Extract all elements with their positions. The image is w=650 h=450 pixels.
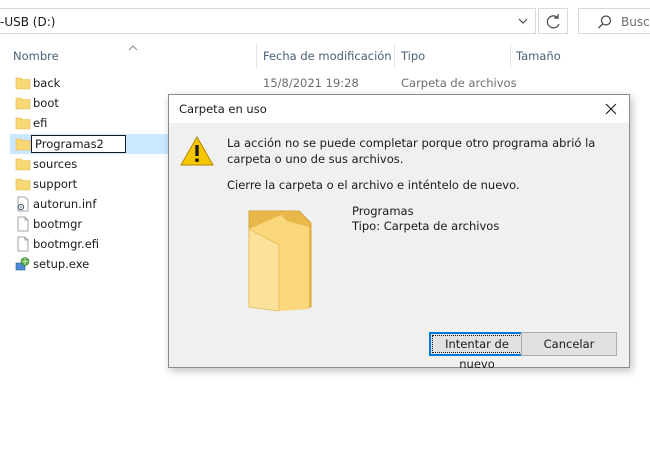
- file-name: bootmgr: [33, 217, 83, 231]
- item-type: Tipo: Carpeta de archivos: [352, 219, 500, 233]
- file-icon: [17, 216, 29, 232]
- close-button[interactable]: [593, 95, 629, 123]
- cancel-button[interactable]: Cancelar: [521, 332, 617, 356]
- file-date: 15/8/2021 19:28: [263, 76, 359, 90]
- dialog-title: Carpeta en uso: [179, 102, 267, 116]
- file-name: sources: [33, 157, 78, 171]
- folder-icon: [15, 77, 31, 90]
- file-name: boot: [33, 96, 59, 110]
- dialog-instruction: Cierre la carpeta o el archivo e inténte…: [227, 178, 520, 192]
- column-divider[interactable]: [256, 44, 257, 68]
- address-path: -USB (D:): [0, 15, 56, 29]
- column-header-date[interactable]: Fecha de modificación: [263, 49, 392, 63]
- column-divider[interactable]: [394, 44, 395, 68]
- dialog-message: La acción no se puede completar porque o…: [227, 136, 596, 166]
- address-toolbar: -USB (D:) Busca: [0, 0, 650, 44]
- item-name: Programas: [352, 204, 414, 218]
- folder-icon: [15, 117, 31, 130]
- dialog-title-bar[interactable]: Carpeta en uso: [169, 95, 629, 123]
- refresh-icon: [546, 14, 560, 29]
- folder-icon: [15, 178, 31, 191]
- file-name: autorun.inf: [33, 197, 97, 211]
- file-name: setup.exe: [33, 257, 90, 271]
- address-bar[interactable]: -USB (D:): [0, 8, 536, 34]
- search-placeholder: Busca: [621, 15, 650, 29]
- file-row-back[interactable]: back 15/8/2021 19:28 Carpeta de archivos: [10, 73, 570, 93]
- focus-rectangle: [432, 335, 522, 353]
- setup-exe-icon: [15, 257, 30, 271]
- search-box[interactable]: Busca: [578, 8, 650, 34]
- chevron-down-icon[interactable]: [511, 16, 535, 28]
- file-name: efi: [33, 116, 48, 130]
- retry-button[interactable]: Intentar de nuevo: [429, 332, 525, 371]
- folder-in-use-dialog: Carpeta en uso La acción no se puede com…: [168, 94, 630, 371]
- file-icon: [17, 236, 29, 252]
- folder-icon: [15, 138, 31, 151]
- settings-file-icon: [17, 196, 29, 212]
- file-row-programas2[interactable]: [10, 134, 168, 154]
- close-icon: [605, 103, 617, 115]
- file-name: back: [33, 76, 61, 90]
- search-icon: [598, 15, 612, 29]
- file-type: Carpeta de archivos: [401, 76, 517, 90]
- column-header-size[interactable]: Tamaño: [516, 49, 561, 63]
- column-headers: Nombre Fecha de modificación Tipo Tamaño: [0, 44, 650, 68]
- column-header-type[interactable]: Tipo: [401, 49, 425, 63]
- file-name: support: [33, 177, 78, 191]
- warning-icon: [180, 135, 214, 166]
- folder-icon: [15, 158, 31, 171]
- folder-icon: [248, 210, 312, 312]
- refresh-button[interactable]: [538, 8, 568, 34]
- column-divider[interactable]: [510, 44, 511, 68]
- cancel-label: Cancelar: [543, 337, 595, 351]
- rename-input[interactable]: [31, 135, 126, 153]
- file-name: bootmgr.efi: [33, 237, 100, 251]
- sort-ascending-icon: [128, 45, 138, 51]
- column-header-name[interactable]: Nombre: [13, 49, 59, 63]
- folder-icon: [15, 97, 31, 110]
